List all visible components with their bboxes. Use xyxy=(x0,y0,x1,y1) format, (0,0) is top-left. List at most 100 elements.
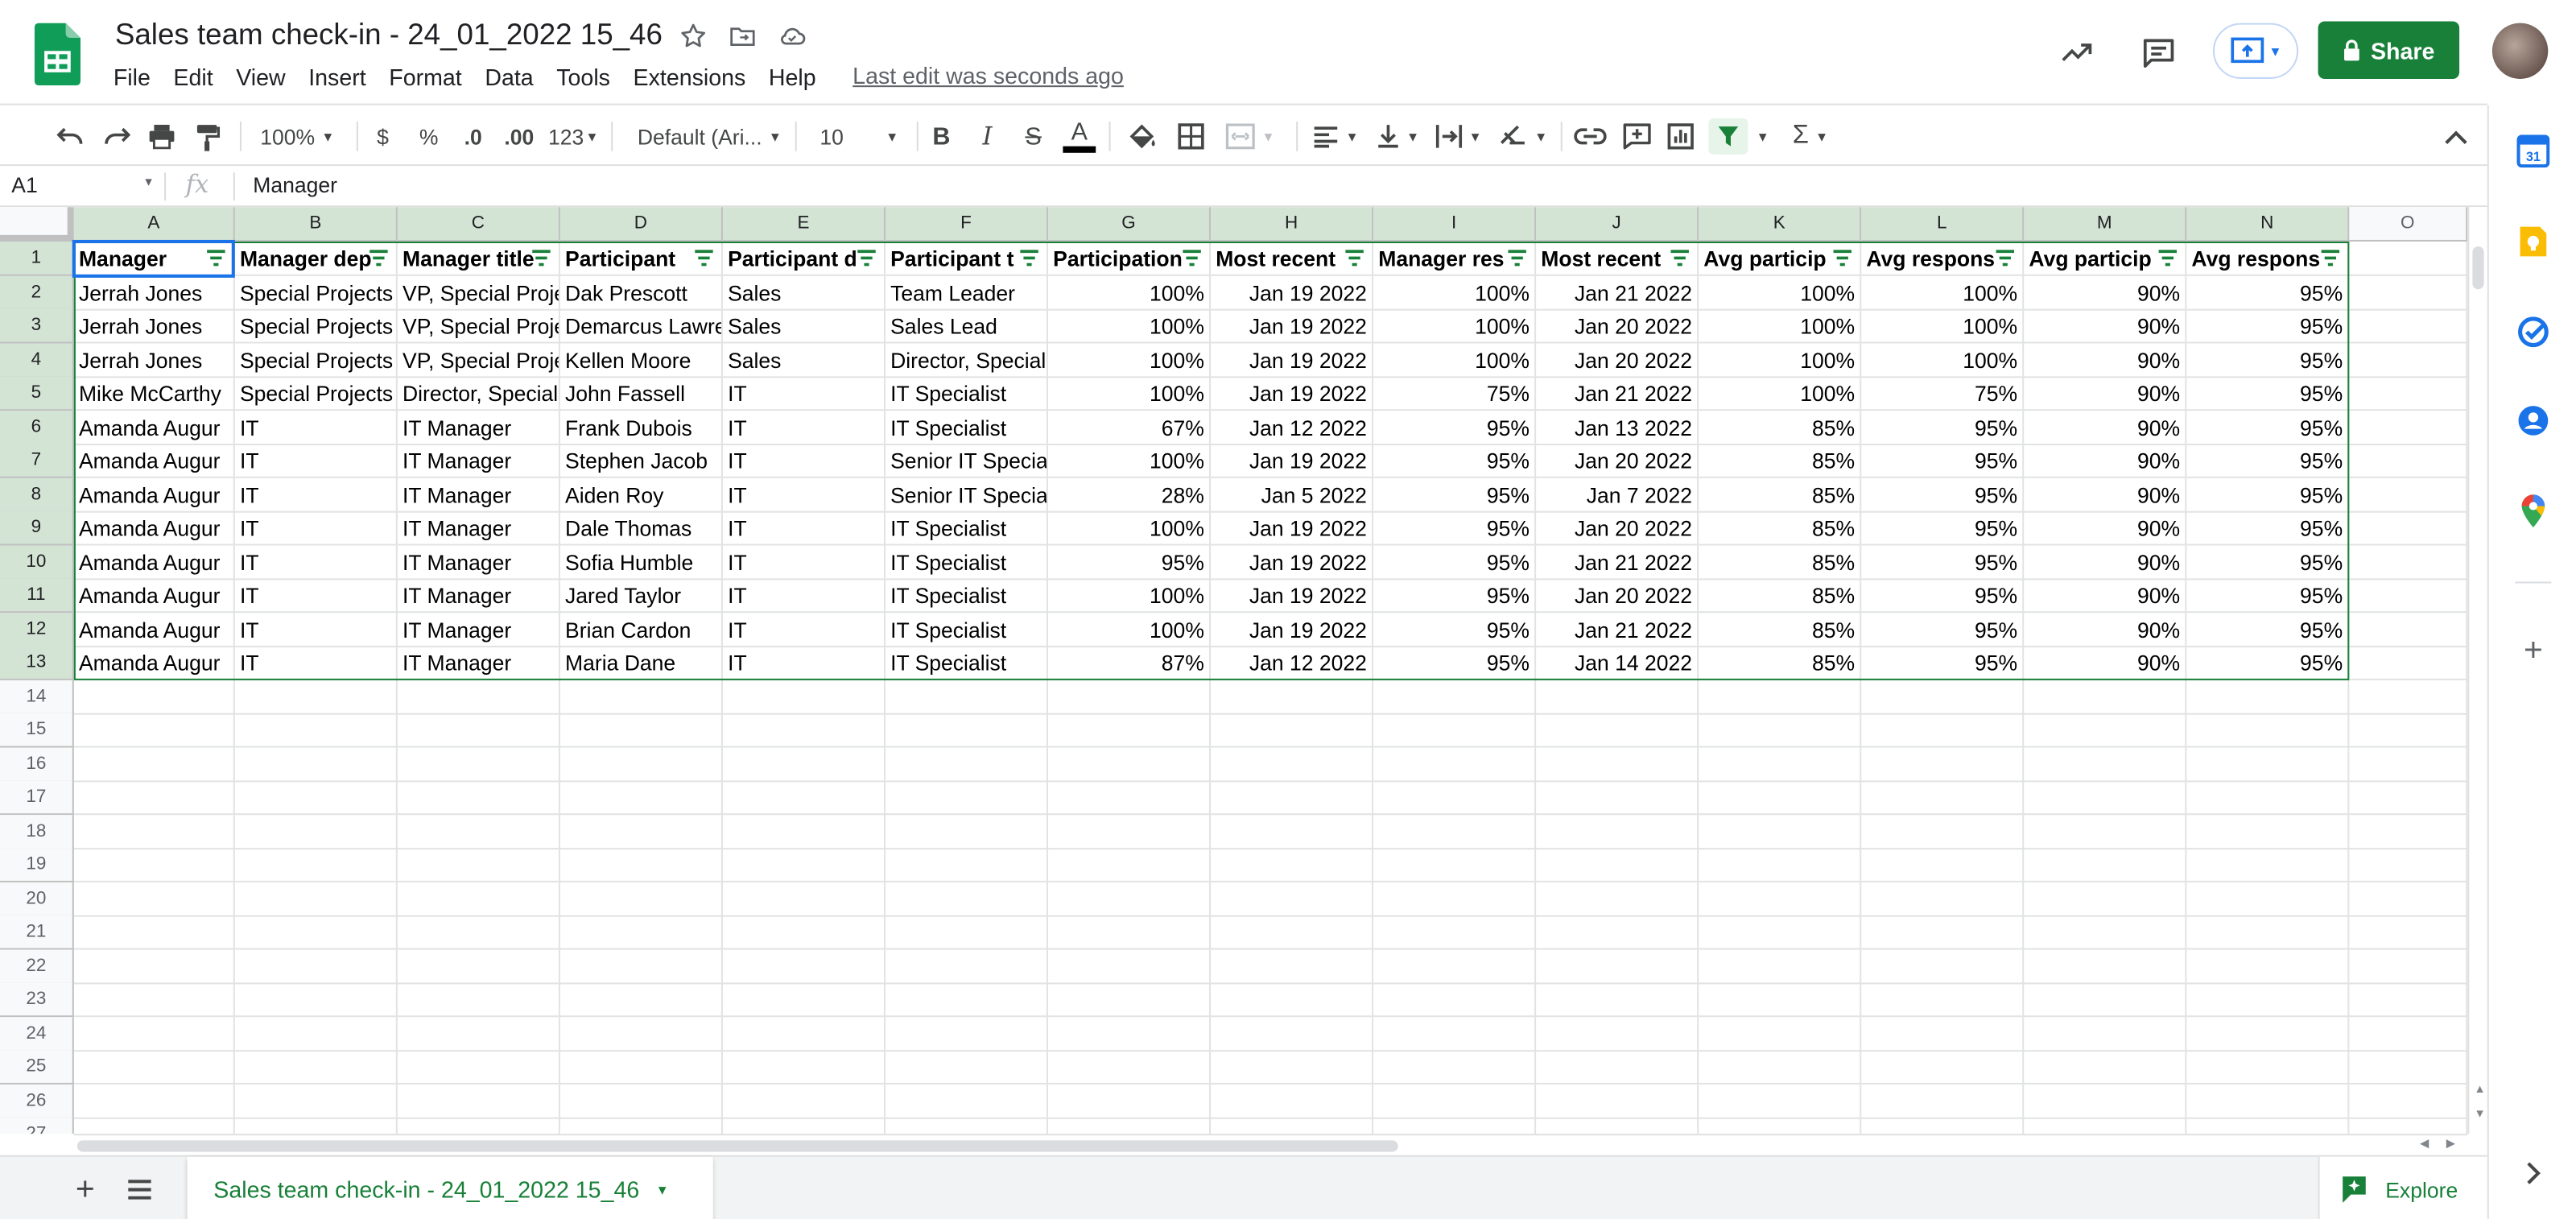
table-cell[interactable]: IT xyxy=(722,612,886,647)
table-cell[interactable]: 95% xyxy=(1861,646,2025,680)
table-cell[interactable]: IT Specialist xyxy=(885,544,1049,580)
explore-button[interactable]: Explore xyxy=(2318,1156,2487,1219)
table-cell[interactable]: 90% xyxy=(2024,342,2187,378)
horizontal-align-icon[interactable]: ▼ xyxy=(1310,118,1362,155)
empty-cell[interactable] xyxy=(2186,915,2350,950)
row-header[interactable]: 3 xyxy=(0,308,74,344)
row-header[interactable]: 26 xyxy=(0,1083,74,1118)
empty-cell[interactable] xyxy=(397,1050,560,1085)
empty-cell[interactable] xyxy=(885,1083,1049,1118)
empty-cell[interactable] xyxy=(1048,915,1212,950)
empty-cell[interactable] xyxy=(2024,915,2187,950)
table-cell[interactable]: 85% xyxy=(1699,444,1862,478)
table-cell[interactable]: Amanda Augur xyxy=(73,544,235,580)
table-cell[interactable]: 95% xyxy=(1861,578,2025,614)
empty-cell[interactable] xyxy=(2186,814,2350,849)
table-cell[interactable]: Sales xyxy=(722,275,886,310)
table-cell[interactable]: Special Projects xyxy=(234,342,398,378)
empty-cell[interactable] xyxy=(1536,1117,1699,1134)
table-header-cell[interactable]: Avg respons xyxy=(1861,241,2025,276)
filter-icon[interactable] xyxy=(1831,248,1853,267)
filter-icon[interactable] xyxy=(530,248,552,267)
table-cell[interactable]: 100% xyxy=(1048,444,1212,478)
table-cell[interactable]: Jan 12 2022 xyxy=(1211,646,1374,680)
table-cell[interactable]: 90% xyxy=(2024,376,2187,411)
table-cell[interactable]: 100% xyxy=(1861,275,2025,310)
empty-cell[interactable] xyxy=(1536,746,1699,782)
table-cell[interactable]: Jan 7 2022 xyxy=(1536,477,1699,512)
empty-cell[interactable] xyxy=(885,1016,1049,1052)
table-cell[interactable]: 95% xyxy=(1373,510,1537,546)
all-sheets-icon[interactable] xyxy=(128,1178,151,1208)
table-cell[interactable]: Maria Dane xyxy=(559,646,723,680)
empty-cell[interactable] xyxy=(2024,881,2187,916)
table-cell[interactable]: 95% xyxy=(1861,477,2025,512)
table-cell[interactable]: Senior IT Specialist xyxy=(885,477,1049,512)
empty-cell[interactable] xyxy=(1211,982,1374,1018)
table-header-cell[interactable]: Manager xyxy=(73,241,235,276)
empty-cell[interactable] xyxy=(722,848,886,882)
table-cell[interactable]: Aiden Roy xyxy=(559,477,723,512)
empty-cell[interactable] xyxy=(2349,1083,2468,1118)
empty-cell[interactable] xyxy=(1699,679,1862,714)
filter-options-chevron-icon[interactable]: ▼ xyxy=(1751,118,1774,155)
table-cell[interactable]: 85% xyxy=(1699,646,1862,680)
insert-chart-icon[interactable] xyxy=(1662,118,1699,155)
table-cell[interactable]: Jan 19 2022 xyxy=(1211,376,1374,411)
table-cell[interactable]: Sales Lead xyxy=(885,308,1049,344)
table-cell[interactable]: 100% xyxy=(1699,376,1862,411)
table-cell[interactable]: 100% xyxy=(1048,275,1212,310)
empty-cell[interactable] xyxy=(1861,982,2025,1018)
empty-cell[interactable] xyxy=(885,713,1049,748)
table-cell[interactable]: Amanda Augur xyxy=(73,444,235,478)
empty-cell[interactable] xyxy=(234,982,398,1018)
table-cell[interactable]: 95% xyxy=(2186,410,2350,445)
empty-cell[interactable] xyxy=(73,1083,235,1118)
table-cell[interactable]: Jan 14 2022 xyxy=(1536,646,1699,680)
empty-cell[interactable] xyxy=(2349,477,2468,512)
table-cell[interactable]: 28% xyxy=(1048,477,1212,512)
empty-cell[interactable] xyxy=(885,814,1049,849)
table-cell[interactable]: Jan 20 2022 xyxy=(1536,308,1699,344)
empty-cell[interactable] xyxy=(2186,848,2350,882)
table-cell[interactable]: IT Specialist xyxy=(885,578,1049,614)
row-header[interactable]: 17 xyxy=(0,780,74,816)
table-header-cell[interactable]: Avg respons xyxy=(2186,241,2350,276)
row-header[interactable]: 11 xyxy=(0,578,74,614)
empty-cell[interactable] xyxy=(1861,1050,2025,1085)
menu-extensions[interactable]: Extensions xyxy=(621,63,757,93)
empty-cell[interactable] xyxy=(1373,1016,1537,1052)
empty-cell[interactable] xyxy=(234,814,398,849)
empty-cell[interactable] xyxy=(2349,275,2468,310)
table-cell[interactable]: Jan 5 2022 xyxy=(1211,477,1374,512)
table-cell[interactable]: 90% xyxy=(2024,578,2187,614)
empty-cell[interactable] xyxy=(73,948,235,984)
empty-cell[interactable] xyxy=(2349,780,2468,816)
bold-button[interactable]: B xyxy=(927,118,956,155)
row-header[interactable]: 6 xyxy=(0,410,74,445)
empty-cell[interactable] xyxy=(1211,746,1374,782)
table-cell[interactable]: IT xyxy=(722,376,886,411)
empty-cell[interactable] xyxy=(1048,948,1212,984)
table-header-cell[interactable]: Participation xyxy=(1048,241,1212,276)
empty-cell[interactable] xyxy=(2349,1117,2468,1134)
menu-file[interactable]: File xyxy=(102,63,163,93)
empty-cell[interactable] xyxy=(1048,1016,1212,1052)
row-header[interactable]: 25 xyxy=(0,1050,74,1085)
table-cell[interactable]: IT xyxy=(722,578,886,614)
table-cell[interactable]: Jan 19 2022 xyxy=(1211,578,1374,614)
empty-cell[interactable] xyxy=(1536,915,1699,950)
empty-cell[interactable] xyxy=(74,1117,235,1134)
table-cell[interactable]: Jan 20 2022 xyxy=(1536,510,1699,546)
table-cell[interactable]: 95% xyxy=(1373,646,1537,680)
table-header-cell[interactable]: Manager res xyxy=(1373,241,1537,276)
empty-cell[interactable] xyxy=(1861,1117,2025,1134)
table-cell[interactable]: 100% xyxy=(1048,510,1212,546)
table-cell[interactable]: Mike McCarthy xyxy=(73,376,235,411)
table-cell[interactable]: 90% xyxy=(2024,444,2187,478)
table-cell[interactable]: 95% xyxy=(1373,612,1537,647)
table-cell[interactable]: Jan 19 2022 xyxy=(1211,612,1374,647)
empty-cell[interactable] xyxy=(397,814,560,849)
table-cell[interactable]: Director, Special xyxy=(397,376,560,411)
empty-cell[interactable] xyxy=(2024,1050,2187,1085)
